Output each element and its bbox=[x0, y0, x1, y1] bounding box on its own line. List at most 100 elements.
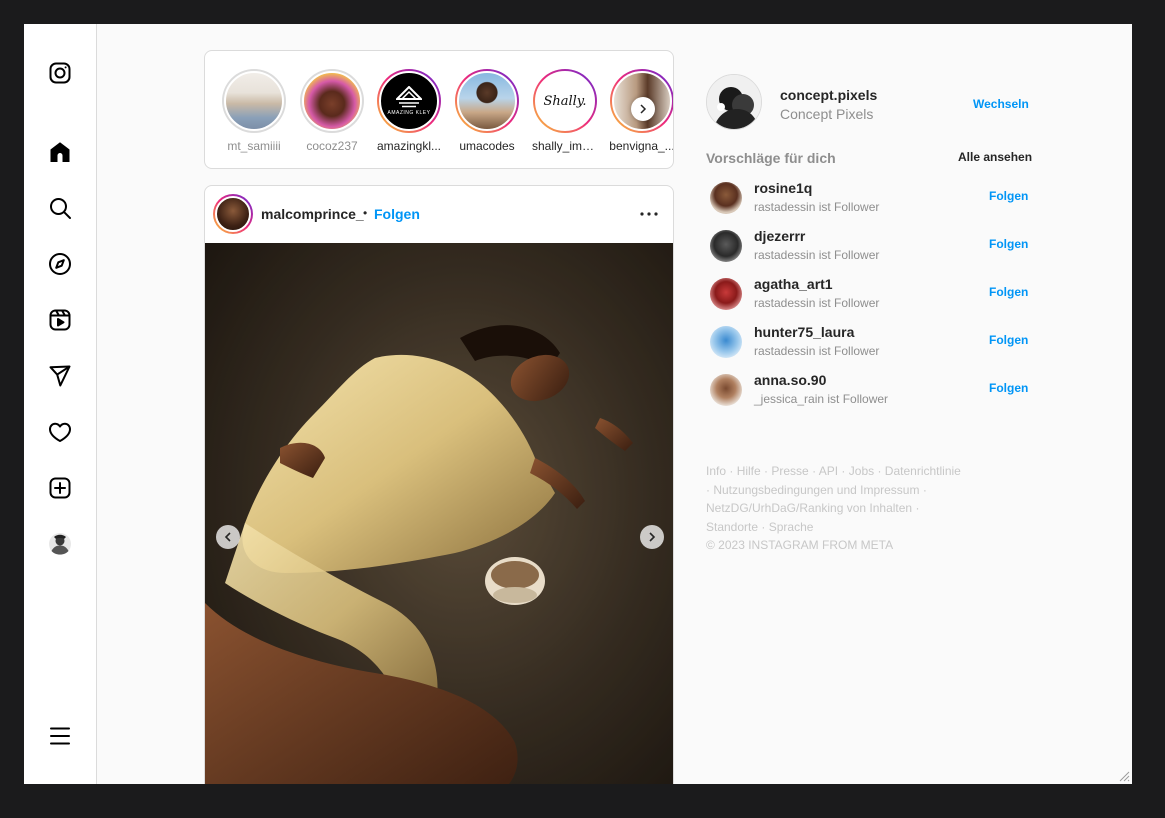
chevron-left-icon bbox=[224, 532, 231, 542]
instagram-logo-icon[interactable] bbox=[47, 60, 73, 86]
resize-grip-icon[interactable] bbox=[1118, 770, 1130, 782]
menu-icon[interactable] bbox=[47, 723, 73, 749]
footer-separator: · bbox=[726, 464, 737, 478]
footer-link[interactable]: Hilfe bbox=[737, 464, 761, 478]
copyright-text: © 2023 INSTAGRAM FROM META bbox=[706, 538, 894, 552]
chevron-right-icon bbox=[640, 104, 647, 114]
current-user-fullname: Concept Pixels bbox=[780, 106, 874, 122]
footer-link[interactable]: Datenrichtlinie bbox=[885, 464, 961, 478]
feed-post: malcomprince_ • Folgen bbox=[204, 185, 674, 784]
more-options-icon[interactable] bbox=[639, 204, 659, 224]
suggestion-username[interactable]: hunter75_laura bbox=[754, 324, 854, 340]
suggestion-username[interactable]: agatha_art1 bbox=[754, 276, 833, 292]
main-content: mt_samiiii cocoz237 AMAZING KLEY amazing… bbox=[97, 24, 1132, 784]
suggestion-follow-button[interactable]: Folgen bbox=[989, 237, 1028, 251]
footer-separator: · bbox=[758, 519, 769, 534]
suggestion-avatar[interactable] bbox=[710, 374, 742, 406]
suggestion-follow-button[interactable]: Folgen bbox=[989, 333, 1028, 347]
suggestion-subtitle: _jessica_rain ist Follower bbox=[754, 392, 889, 406]
suggestion-username[interactable]: anna.so.90 bbox=[754, 372, 826, 388]
brand-logo-text: AMAZING KLEY bbox=[387, 110, 431, 116]
see-all-button[interactable]: Alle ansehen bbox=[958, 150, 1032, 164]
brand-logo-icon bbox=[396, 86, 422, 108]
suggestion-avatar[interactable] bbox=[710, 230, 742, 262]
notifications-icon[interactable] bbox=[47, 419, 73, 445]
post-follow-button[interactable]: Folgen bbox=[374, 206, 420, 222]
footer-separator: · bbox=[874, 464, 885, 478]
profile-icon[interactable] bbox=[47, 531, 73, 557]
story-item[interactable]: umacodes bbox=[454, 69, 520, 153]
sidebar-nav bbox=[24, 24, 97, 784]
search-icon[interactable] bbox=[47, 195, 73, 221]
story-avatar bbox=[457, 71, 517, 131]
story-username: mt_samiiii bbox=[227, 139, 281, 153]
post-username[interactable]: malcomprince_ bbox=[261, 206, 364, 222]
story-username: benvigna_... bbox=[609, 139, 674, 153]
footer-separator: · bbox=[838, 464, 849, 478]
story-avatar: Shally. bbox=[535, 71, 595, 131]
suggestion-item: djezerrr rastadessin ist Follower Folgen bbox=[710, 227, 1030, 267]
suggestion-username[interactable]: djezerrr bbox=[754, 228, 805, 244]
footer-link[interactable]: Standorte bbox=[706, 520, 758, 534]
suggestion-subtitle: rastadessin ist Follower bbox=[754, 344, 880, 358]
prev-image-button[interactable] bbox=[216, 525, 240, 549]
suggestion-follow-button[interactable]: Folgen bbox=[989, 189, 1028, 203]
app-window: mt_samiiii cocoz237 AMAZING KLEY amazing… bbox=[24, 24, 1132, 784]
footer-separator: · bbox=[760, 464, 772, 478]
post-separator: • bbox=[363, 206, 368, 220]
current-user-username[interactable]: concept.pixels bbox=[780, 87, 877, 103]
story-username: umacodes bbox=[459, 139, 515, 153]
story-ring: AMAZING KLEY bbox=[377, 69, 441, 133]
post-author-avatar[interactable] bbox=[213, 194, 253, 234]
footer-separator: · bbox=[808, 464, 819, 478]
suggestion-follow-button[interactable]: Folgen bbox=[989, 285, 1028, 299]
suggestion-subtitle: rastadessin ist Follower bbox=[754, 200, 880, 214]
story-avatar bbox=[224, 71, 284, 131]
story-ring bbox=[300, 69, 364, 133]
chevron-right-icon bbox=[649, 532, 656, 542]
footer-separator: · bbox=[912, 501, 920, 515]
suggestions-title: Vorschläge für dich bbox=[706, 150, 836, 166]
stories-next-button[interactable] bbox=[631, 97, 655, 121]
footer-link[interactable]: Presse bbox=[771, 464, 808, 478]
reels-icon[interactable] bbox=[47, 307, 73, 333]
story-avatar bbox=[302, 71, 362, 131]
footer-link[interactable]: Jobs bbox=[849, 464, 874, 478]
switch-account-button[interactable]: Wechseln bbox=[973, 97, 1029, 111]
story-ring bbox=[222, 69, 286, 133]
story-item[interactable]: Shally. shally_ima... bbox=[532, 69, 598, 153]
story-ring: Shally. bbox=[533, 69, 597, 133]
post-image[interactable] bbox=[205, 243, 673, 784]
suggestion-follow-button[interactable]: Folgen bbox=[989, 381, 1028, 395]
suggestion-subtitle: rastadessin ist Follower bbox=[754, 248, 880, 262]
footer-link[interactable]: API bbox=[819, 464, 838, 478]
suggestion-avatar[interactable] bbox=[710, 326, 742, 358]
story-ring bbox=[455, 69, 519, 133]
messages-icon[interactable] bbox=[47, 363, 73, 389]
story-username: shally_ima... bbox=[532, 139, 598, 153]
current-user-avatar[interactable] bbox=[706, 74, 762, 130]
suggestion-username[interactable]: rosine1q bbox=[754, 180, 812, 196]
footer-separator: · bbox=[919, 482, 927, 497]
footer-link[interactable]: Sprache bbox=[769, 520, 814, 534]
suggestion-item: agatha_art1 rastadessin ist Follower Fol… bbox=[710, 275, 1030, 315]
story-item[interactable]: mt_samiiii bbox=[221, 69, 287, 153]
footer-link[interactable]: Info bbox=[706, 464, 726, 478]
post-photo bbox=[205, 243, 673, 784]
stories-tray: mt_samiiii cocoz237 AMAZING KLEY amazing… bbox=[204, 50, 674, 169]
footer-link[interactable]: NetzDG/UrhDaG/Ranking von Inhalten bbox=[706, 501, 912, 515]
next-image-button[interactable] bbox=[640, 525, 664, 549]
story-item[interactable]: AMAZING KLEY amazingkl... bbox=[376, 69, 442, 153]
suggestion-avatar[interactable] bbox=[710, 182, 742, 214]
story-username: amazingkl... bbox=[376, 139, 442, 153]
create-icon[interactable] bbox=[47, 475, 73, 501]
suggestion-subtitle: rastadessin ist Follower bbox=[754, 296, 880, 310]
story-avatar: AMAZING KLEY bbox=[379, 71, 439, 131]
explore-icon[interactable] bbox=[47, 251, 73, 277]
home-icon[interactable] bbox=[47, 139, 73, 165]
story-username: cocoz237 bbox=[306, 139, 358, 153]
suggestion-avatar[interactable] bbox=[710, 278, 742, 310]
brand-script-text: Shally. bbox=[543, 93, 587, 109]
footer-link[interactable]: Nutzungsbedingungen und Impressum bbox=[713, 483, 919, 497]
story-item[interactable]: cocoz237 bbox=[299, 69, 365, 153]
